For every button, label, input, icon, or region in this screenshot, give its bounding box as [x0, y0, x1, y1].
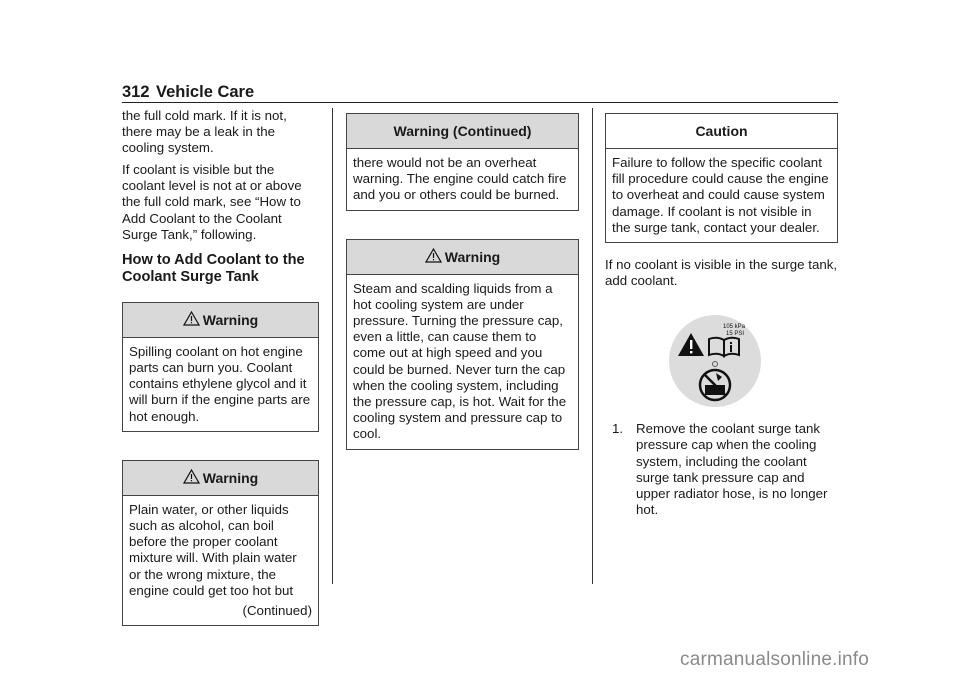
- warning-triangle-icon: [182, 310, 200, 326]
- caution-box-header: Caution: [606, 114, 837, 149]
- warning-body: there would not be an overheat warning. …: [353, 155, 567, 203]
- step-text: Remove the coolant surge tank pressure c…: [636, 421, 828, 518]
- step-item: 1. Remove the coolant surge tank pressur…: [605, 421, 838, 518]
- column-3: Caution Failure to follow the specific c…: [605, 113, 838, 518]
- continued-label: (Continued): [242, 602, 312, 618]
- column-2: Warning (Continued) there would not be a…: [346, 113, 579, 450]
- warning-box-header: Warning (Continued): [347, 114, 578, 149]
- pressure-cap-label-icon: 105 kPa 15 PSI: [669, 315, 761, 408]
- warning-body: Spilling coolant on hot engine parts can…: [129, 343, 311, 424]
- step-number: 1.: [612, 421, 624, 437]
- page-number: 312: [122, 83, 150, 101]
- warning-continued-box: Warning (Continued) there would not be a…: [346, 113, 579, 211]
- warning-title: Warning: [202, 469, 259, 486]
- warning-box-header: Warning: [123, 460, 318, 496]
- paragraph: If no coolant is visible in the surge ta…: [605, 257, 838, 289]
- watermark: carmanualsonline.info: [680, 649, 870, 670]
- warning-triangle-icon: [182, 468, 200, 484]
- warning-triangle-icon: [424, 247, 442, 263]
- warning-box-header: Warning: [123, 302, 318, 338]
- pressure-kpa-label: 105 kPa: [723, 324, 746, 330]
- warning-text: Plain water, or other liquids such as al…: [129, 501, 297, 598]
- section-title: Vehicle Care: [156, 83, 255, 101]
- page-header: 312 Vehicle Care: [122, 83, 838, 103]
- subsection-heading: How to Add Coolant to the Coolant Surge …: [122, 251, 305, 286]
- warning-box: Warning Spilling coolant on hot engine p…: [122, 301, 319, 432]
- pressure-psi-label: 15 PSI: [726, 331, 744, 337]
- warning-title: Warning: [202, 311, 259, 328]
- paragraph: If coolant is visible but the coolant le…: [122, 162, 302, 242]
- caution-body: Failure to follow the specific coolant f…: [612, 155, 829, 235]
- paragraph: the full cold mark. If it is not, there …: [122, 108, 287, 156]
- warning-box: Warning Plain water, or other liquids su…: [122, 459, 319, 627]
- column-divider: [332, 108, 333, 584]
- warning-body: Plain water, or other liquids such as al…: [123, 496, 318, 625]
- warning-box-header: Warning: [347, 239, 578, 275]
- column-1: the full cold mark. If it is not, there …: [122, 108, 319, 627]
- warning-title: Warning: [444, 248, 501, 265]
- warning-body: Steam and scalding liquids from a hot co…: [353, 280, 567, 442]
- warning-box: Warning Steam and scalding liquids from …: [346, 238, 579, 450]
- caution-box: Caution Failure to follow the specific c…: [605, 113, 838, 244]
- pressure-cap-figure: 105 kPa 15 PSI: [592, 315, 838, 408]
- header-rule: [122, 102, 838, 103]
